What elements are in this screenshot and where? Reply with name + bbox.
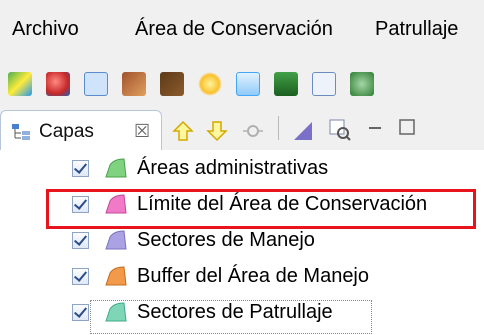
grid-icon[interactable] xyxy=(84,72,108,96)
view-toolbar: Capas ☒ xyxy=(0,106,484,151)
list-icon[interactable] xyxy=(312,72,336,96)
layers-icon[interactable] xyxy=(46,72,70,96)
close-icon[interactable]: ☒ xyxy=(134,121,150,142)
selection-focus-outline xyxy=(90,300,372,334)
menu-patrullaje[interactable]: Patrullaje xyxy=(375,18,458,41)
toolbar xyxy=(0,62,484,107)
footprints-icon[interactable] xyxy=(160,72,184,96)
highlight-box xyxy=(46,189,476,229)
layer-properties-icon[interactable] xyxy=(328,118,352,142)
layer-checkbox[interactable] xyxy=(72,268,89,285)
bulb-icon[interactable] xyxy=(198,72,222,96)
polygon-layer-icon xyxy=(105,230,127,250)
layer-checkbox[interactable] xyxy=(72,160,89,177)
style-icon[interactable] xyxy=(292,120,314,142)
menu-area-conservacion[interactable]: Área de Conservación xyxy=(135,18,333,41)
toolbar-separator xyxy=(278,116,279,140)
zoom-layer-icon[interactable] xyxy=(242,120,264,142)
form-icon[interactable] xyxy=(236,72,260,96)
move-up-icon[interactable] xyxy=(172,120,194,142)
menu-archivo[interactable]: Archivo xyxy=(12,18,79,41)
map-icon[interactable] xyxy=(8,72,32,96)
tree-view-icon xyxy=(12,124,30,140)
layer-label: Buffer del Área de Manejo xyxy=(137,265,370,287)
tab-capas-label: Capas xyxy=(39,121,94,142)
move-down-icon[interactable] xyxy=(206,120,228,142)
layer-row[interactable]: Áreas administrativas xyxy=(72,152,482,186)
layer-row[interactable]: Buffer del Área de Manejo xyxy=(72,260,482,294)
minimize-icon[interactable] xyxy=(366,120,386,140)
layer-checkbox[interactable] xyxy=(72,232,89,249)
layer-label: Sectores de Manejo xyxy=(137,229,315,251)
maximize-icon[interactable] xyxy=(398,118,418,138)
menu-bar: Archivo Área de Conservación Patrullaje xyxy=(0,0,484,63)
layer-label: Áreas administrativas xyxy=(137,157,329,179)
tab-capas[interactable]: Capas ☒ xyxy=(0,110,162,151)
tree-icon[interactable] xyxy=(274,72,298,96)
refresh-icon[interactable] xyxy=(350,72,374,96)
polygon-layer-icon xyxy=(105,266,127,286)
hand-icon[interactable] xyxy=(122,72,146,96)
layer-row[interactable]: Sectores de Manejo xyxy=(72,224,482,258)
layer-checkbox[interactable] xyxy=(72,304,89,321)
polygon-layer-icon xyxy=(105,158,127,178)
